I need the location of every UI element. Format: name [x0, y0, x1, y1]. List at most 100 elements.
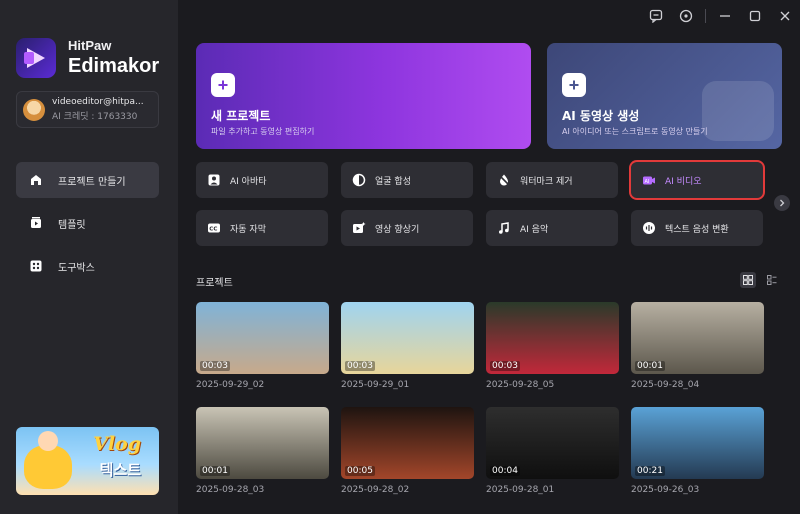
project-name: 2025-09-28_02: [341, 485, 410, 495]
account-credits: AI 크레딧 : 1763330: [52, 112, 138, 122]
svg-text:CC: CC: [209, 227, 217, 233]
template-icon: [28, 215, 44, 231]
close-button[interactable]: [770, 0, 800, 32]
project-duration: 00:01: [635, 361, 665, 371]
project-card[interactable]: 00:01 2025-09-28_03: [196, 407, 329, 495]
project-thumbnail[interactable]: 00:03: [486, 302, 619, 374]
tool-video-enhancer-button[interactable]: 영상 향상기: [341, 210, 473, 246]
minimize-icon: [720, 15, 730, 17]
new-project-title: 새 프로젝트: [211, 109, 271, 123]
vlog-promo-banner[interactable]: Vlog 텍스트: [16, 427, 159, 495]
new-project-card[interactable]: 새 프로젝트 파일 추가하고 동영상 편집하기: [196, 43, 531, 149]
minimize-button[interactable]: [710, 0, 740, 32]
tool-watermark-remove-button[interactable]: 워터마크 제거: [486, 162, 618, 198]
plus-icon: [562, 73, 586, 97]
sidebar-item-templates[interactable]: 템플릿: [16, 205, 159, 241]
brand: HitPaw Edimakor: [16, 38, 159, 78]
tts-icon: [642, 221, 656, 235]
grid-view-icon: [743, 275, 753, 285]
tool-face-swap-button[interactable]: 얼굴 합성: [341, 162, 473, 198]
enhance-icon: [352, 221, 366, 235]
avatar-icon: [207, 173, 221, 187]
title-bar: [641, 0, 800, 32]
tool-label: AI 음악: [520, 224, 549, 235]
new-project-desc: 파일 추가하고 동영상 편집하기: [211, 127, 315, 136]
chevron-right-icon: [780, 199, 785, 207]
ai-video-generation-card[interactable]: AI 동영상 생성 AI 아이디어 또는 스크립트로 동영상 만들기: [547, 43, 782, 149]
project-card[interactable]: 00:21 2025-09-26_03: [631, 407, 764, 495]
tools-next-button[interactable]: [774, 195, 790, 211]
project-card[interactable]: 00:04 2025-09-28_01: [486, 407, 619, 495]
projects-section-title: 프로젝트: [196, 278, 233, 289]
ai-video-generation-desc: AI 아이디어 또는 스크립트로 동영상 만들기: [562, 127, 708, 136]
tool-label: 얼굴 합성: [375, 176, 411, 187]
project-name: 2025-09-28_05: [486, 380, 555, 390]
project-card[interactable]: 00:03 2025-09-29_01: [341, 302, 474, 390]
main-content: 새 프로젝트 파일 추가하고 동영상 편집하기 AI 동영상 생성 AI 아이디…: [178, 0, 800, 514]
tool-label: 워터마크 제거: [520, 176, 573, 187]
sidebar-item-toolbox[interactable]: 도구박스: [16, 248, 159, 284]
app-window: HitPaw Edimakor videoeditor@hitpa... AI …: [0, 0, 800, 514]
sidebar: HitPaw Edimakor videoeditor@hitpa... AI …: [0, 0, 178, 514]
project-card[interactable]: 00:03 2025-09-29_02: [196, 302, 329, 390]
project-card[interactable]: 00:05 2025-09-28_02: [341, 407, 474, 495]
project-duration: 00:05: [345, 466, 375, 476]
info-button[interactable]: [671, 0, 701, 32]
tool-label: 자동 자막: [230, 224, 266, 235]
sidebar-item-label: 프로젝트 만들기: [58, 176, 126, 188]
sidebar-item-label: 템플릿: [58, 219, 86, 231]
project-name: 2025-09-28_01: [486, 485, 555, 495]
project-card[interactable]: 00:01 2025-09-28_04: [631, 302, 764, 390]
promo-title: Vlog: [93, 433, 141, 455]
list-view-button[interactable]: [764, 272, 780, 288]
grid-view-button[interactable]: [740, 272, 756, 288]
project-thumbnail[interactable]: 00:03: [341, 302, 474, 374]
promo-subtitle: 텍스트: [99, 461, 141, 479]
project-thumbnail[interactable]: 00:21: [631, 407, 764, 479]
project-thumbnail[interactable]: 00:04: [486, 407, 619, 479]
caption-icon: CC: [207, 221, 221, 235]
account-panel[interactable]: videoeditor@hitpa... AI 크레딧 : 1763330: [16, 91, 159, 128]
ai-video-icon: AI: [642, 173, 656, 187]
tool-ai-music-button[interactable]: AI 음악: [486, 210, 618, 246]
project-name: 2025-09-29_01: [341, 380, 410, 390]
tool-text-to-speech-button[interactable]: 텍스트 음성 변환: [631, 210, 763, 246]
tool-label: 영상 향상기: [375, 224, 420, 235]
project-thumbnail[interactable]: 00:03: [196, 302, 329, 374]
project-name: 2025-09-28_04: [631, 380, 700, 390]
project-name: 2025-09-28_03: [196, 485, 265, 495]
brand-company: HitPaw: [68, 37, 112, 53]
account-email: videoeditor@hitpa...: [52, 97, 144, 107]
project-thumbnail[interactable]: 00:01: [631, 302, 764, 374]
feedback-button[interactable]: [641, 0, 671, 32]
maximize-button[interactable]: [740, 0, 770, 32]
project-duration: 00:03: [345, 361, 375, 371]
project-duration: 00:03: [490, 361, 520, 371]
sidebar-item-create-project[interactable]: 프로젝트 만들기: [16, 162, 159, 198]
info-icon: [679, 9, 693, 23]
maximize-icon: [749, 10, 761, 22]
tool-label: AI 아바타: [230, 176, 267, 187]
avatar: [23, 98, 45, 121]
titlebar-divider: [705, 9, 706, 23]
watermark-remove-icon: [497, 173, 511, 187]
ai-video-generation-title: AI 동영상 생성: [562, 109, 640, 123]
project-duration: 00:04: [490, 466, 520, 476]
project-duration: 00:01: [200, 466, 230, 476]
tool-ai-avatar-button[interactable]: AI 아바타: [196, 162, 328, 198]
project-thumbnail[interactable]: 00:05: [341, 407, 474, 479]
project-thumbnail[interactable]: 00:01: [196, 407, 329, 479]
brand-product: Edimakor: [68, 55, 160, 78]
project-name: 2025-09-26_03: [631, 485, 700, 495]
sidebar-nav: 프로젝트 만들기 템플릿 도구박스: [16, 162, 159, 291]
promo-character-image: [24, 431, 72, 489]
edimakor-logo-icon: [16, 38, 56, 78]
chat-icon: [649, 9, 663, 23]
ai-video-decoration-icon: [702, 81, 774, 141]
tool-label: 텍스트 음성 변환: [665, 224, 729, 235]
svg-text:AI: AI: [645, 179, 650, 185]
project-card[interactable]: 00:03 2025-09-28_05: [486, 302, 619, 390]
tool-ai-video-button[interactable]: AI AI 비디오: [629, 160, 765, 200]
tool-auto-caption-button[interactable]: CC 자동 자막: [196, 210, 328, 246]
project-duration: 00:21: [635, 466, 665, 476]
